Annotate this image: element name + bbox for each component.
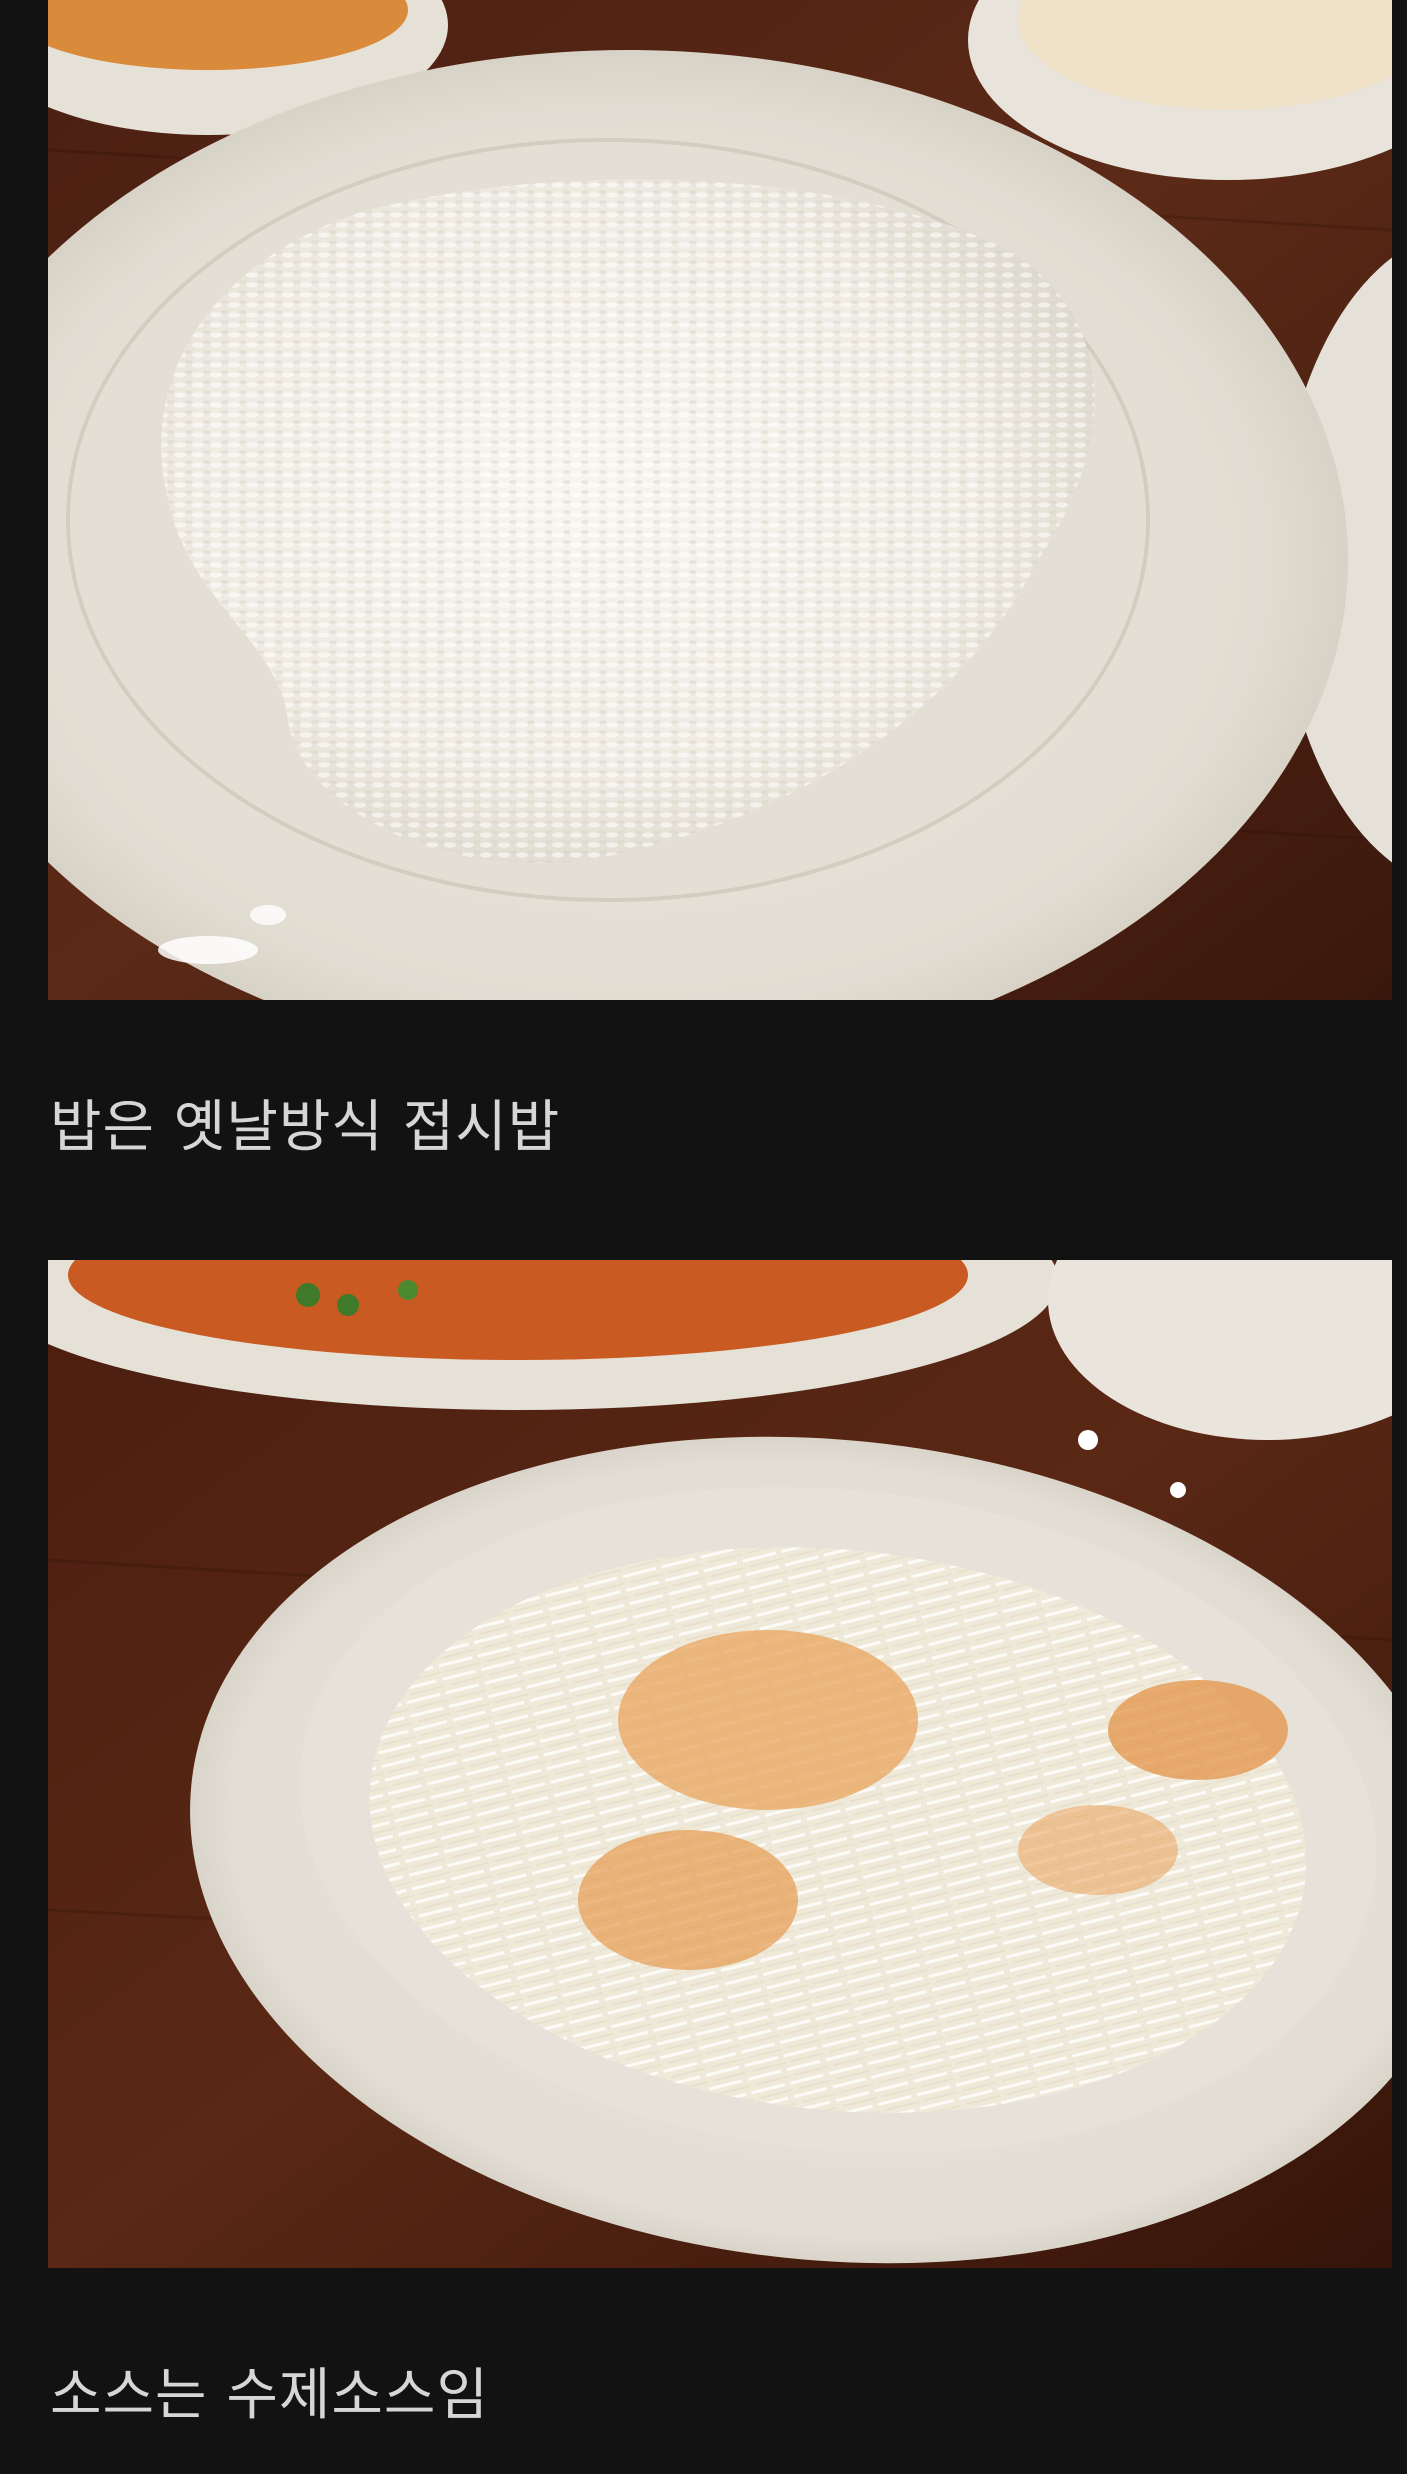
caption-text: 소스는 수제소스임 — [50, 2363, 489, 2428]
rice-plate-photo[interactable] — [48, 0, 1392, 1000]
post-content: 밥은 옛날방식 접시밥 소스는 수제소스임 — [0, 0, 1407, 2474]
cabbage-salad-photo[interactable] — [48, 1260, 1392, 2268]
caption-text: 밥은 옛날방식 접시밥 — [50, 1095, 561, 1160]
